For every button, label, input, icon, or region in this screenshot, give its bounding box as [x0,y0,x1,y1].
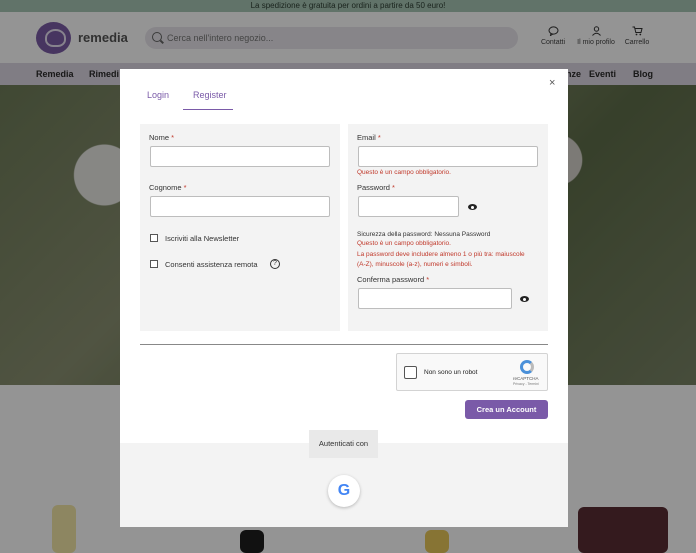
confirm-password-label: Conferma password * [357,275,430,284]
confirm-password-input[interactable] [358,288,512,309]
recaptcha-label: Non sono un robot [424,369,478,376]
assist-checkbox[interactable] [150,260,158,268]
newsletter-label: Iscriviti alla Newsletter [165,234,240,243]
create-account-button[interactable]: Crea un Account [465,400,548,419]
newsletter-checkbox[interactable] [150,234,158,242]
password-label: Password * [357,183,395,192]
active-tab-indicator [183,109,233,110]
assist-label: Consenti assistenza remota [165,260,258,269]
divider [140,344,548,345]
cognome-input[interactable] [150,196,330,217]
password-strength: Sicurezza della password: Nessuna Passwo… [357,231,491,238]
recaptcha-icon [520,360,534,374]
recaptcha-widget: Non sono un robot reCAPTCHA Privacy - Te… [396,353,548,391]
auth-modal: × Login Register Nome * Cognome * Iscriv… [120,69,568,527]
nome-label: Nome * [149,133,175,142]
authenticate-with-label: Autenticati con [309,430,378,458]
email-label: Email * [357,133,381,142]
password-input[interactable] [358,196,459,217]
show-password-icon[interactable] [468,204,477,210]
password-rule-line-1: La password deve includere almeno 1 o pi… [357,251,525,258]
cognome-label: Cognome * [149,183,187,192]
tab-register[interactable]: Register [193,90,227,100]
recaptcha-checkbox[interactable] [404,366,417,379]
google-icon: G [337,482,351,499]
tab-login[interactable]: Login [147,90,169,100]
email-error: Questo è un campo obbligatorio. [357,169,451,176]
password-error: Questo è un campo obbligatorio. [357,240,451,247]
google-login-button[interactable]: G [328,475,360,507]
help-icon[interactable]: ? [270,259,280,269]
personal-info-panel: Nome * Cognome * Iscriviti alla Newslett… [140,124,340,331]
nome-input[interactable] [150,146,330,167]
recaptcha-brand: reCAPTCHA [513,376,539,381]
show-confirm-password-icon[interactable] [520,296,529,302]
close-icon[interactable]: × [549,77,555,89]
password-rule-line-2: (A-Z), minuscole (a-z), numeri e simboli… [357,261,473,268]
recaptcha-terms[interactable]: Privacy - Termini [513,382,539,386]
credentials-panel: Email * Questo è un campo obbligatorio. … [348,124,548,331]
email-input[interactable] [358,146,538,167]
